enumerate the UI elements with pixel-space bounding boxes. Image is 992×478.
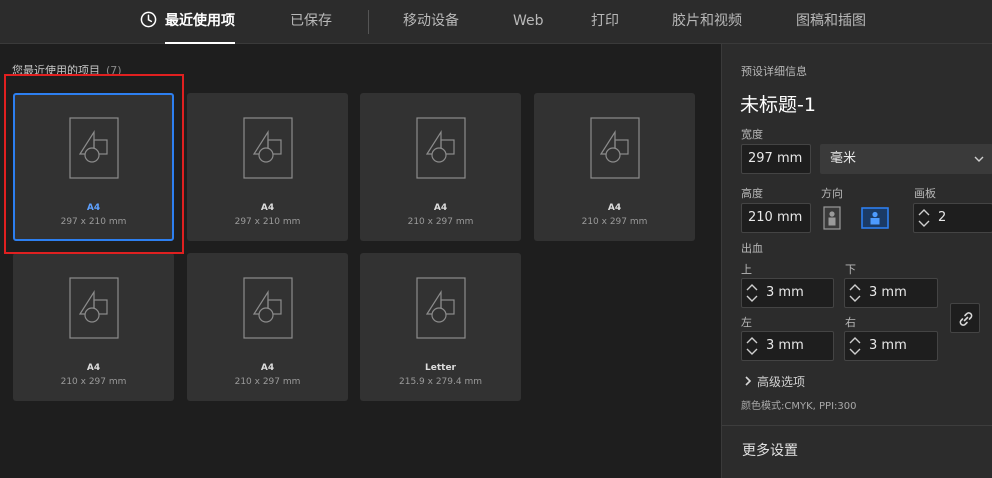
landscape-orientation-icon[interactable] (861, 206, 889, 230)
recent-items-heading: 您最近使用的项目 (7) (12, 62, 122, 78)
preset-name: A4 (607, 203, 622, 213)
preset-card[interactable]: A4 210 x 297 mm (534, 93, 695, 241)
height-label: 高度 (741, 187, 763, 200)
height-input[interactable]: 210 mm (741, 203, 811, 233)
stepper-arrows-icon[interactable] (848, 282, 862, 304)
bleed-top-label: 上 (741, 263, 752, 276)
preset-size: 297 x 210 mm (60, 217, 127, 227)
preset-size: 210 x 297 mm (581, 217, 648, 227)
tab-art-illustration-label: 图稿和插图 (796, 13, 866, 29)
preset-name: A4 (260, 363, 275, 373)
stepper-arrows-icon[interactable] (917, 207, 931, 229)
bleed-left-value: 3 mm (766, 338, 804, 353)
bleed-left-label: 左 (741, 316, 752, 329)
preset-size: 297 x 210 mm (234, 217, 301, 227)
orientation-label: 方向 (821, 187, 843, 200)
preset-name: Letter (425, 363, 456, 373)
preset-size: 210 x 297 mm (234, 377, 301, 387)
tab-film-video-label: 胶片和视频 (672, 13, 742, 29)
tab-web[interactable]: Web (513, 0, 544, 44)
preset-details-label: 预设详细信息 (741, 65, 807, 78)
preset-card[interactable]: A4 210 x 297 mm (360, 93, 521, 241)
preset-name: A4 (86, 203, 101, 213)
tab-saved-label: 已保存 (290, 13, 332, 29)
tab-recent[interactable]: 最近使用项 (140, 0, 235, 44)
preset-size: 215.9 x 279.4 mm (399, 377, 482, 387)
unit-select-value: 毫米 (830, 151, 857, 166)
clock-icon (140, 11, 157, 28)
document-shapes-icon (69, 277, 119, 339)
artboards-value: 2 (938, 210, 947, 225)
chevron-down-icon (974, 156, 984, 162)
document-title[interactable]: 未标题-1 (740, 90, 816, 117)
bleed-label: 出血 (741, 242, 763, 255)
document-shapes-icon (243, 277, 293, 339)
unit-select[interactable]: 毫米 (820, 144, 992, 174)
artboards-stepper[interactable]: 2 (913, 203, 992, 233)
preset-details-panel: 预设详细信息 未标题-1 宽度 297 mm 毫米 高度 210 mm 方向 画… (721, 44, 992, 478)
tab-mobile-label: 移动设备 (403, 13, 459, 29)
advanced-options-toggle[interactable]: 高级选项 (744, 373, 805, 390)
preset-name: A4 (86, 363, 101, 373)
preset-size: 210 x 297 mm (60, 377, 127, 387)
bleed-right-label: 右 (845, 316, 856, 329)
link-icon (959, 312, 973, 326)
document-shapes-icon (590, 117, 640, 179)
preset-card[interactable]: A4 297 x 210 mm (13, 93, 174, 241)
stepper-arrows-icon[interactable] (745, 282, 759, 304)
preset-card[interactable]: A4 297 x 210 mm (187, 93, 348, 241)
preset-size: 210 x 297 mm (407, 217, 474, 227)
preset-card[interactable]: Letter 215.9 x 279.4 mm (360, 253, 521, 401)
tab-saved[interactable]: 已保存 (290, 0, 332, 44)
bleed-bottom-value: 3 mm (869, 285, 907, 300)
tab-print-label: 打印 (591, 13, 619, 29)
chevron-right-icon (745, 376, 752, 386)
portrait-orientation-icon[interactable] (820, 206, 844, 230)
recent-items-panel: 您最近使用的项目 (7) A4 297 x 210 mm A4 297 x 210… (0, 44, 720, 478)
tab-print[interactable]: 打印 (591, 0, 619, 44)
document-shapes-icon (416, 117, 466, 179)
link-bleed-button[interactable] (950, 303, 980, 333)
bleed-top-value: 3 mm (766, 285, 804, 300)
width-input[interactable]: 297 mm (741, 144, 811, 174)
tab-art-illustration[interactable]: 图稿和插图 (796, 0, 866, 44)
recent-items-count: (7) (106, 64, 122, 77)
bleed-bottom-stepper[interactable]: 3 mm (844, 278, 938, 308)
document-shapes-icon (243, 117, 293, 179)
panel-divider (722, 425, 992, 426)
preset-card[interactable]: A4 210 x 297 mm (13, 253, 174, 401)
tab-mobile[interactable]: 移动设备 (403, 0, 459, 44)
preset-name: A4 (433, 203, 448, 213)
recent-items-title: 您最近使用的项目 (12, 64, 100, 77)
tab-recent-label: 最近使用项 (165, 13, 235, 29)
document-shapes-icon (416, 277, 466, 339)
bleed-right-stepper[interactable]: 3 mm (844, 331, 938, 361)
advanced-options-label: 高级选项 (757, 375, 806, 389)
bleed-bottom-label: 下 (845, 263, 856, 276)
document-shapes-icon (69, 117, 119, 179)
tab-film-video[interactable]: 胶片和视频 (672, 0, 742, 44)
bleed-right-value: 3 mm (869, 338, 907, 353)
width-label: 宽度 (741, 128, 763, 141)
tab-web-label: Web (513, 13, 544, 29)
color-mode-info: 颜色模式:CMYK, PPI:300 (741, 401, 857, 412)
stepper-arrows-icon[interactable] (848, 335, 862, 357)
tab-separator (368, 10, 369, 34)
bleed-top-stepper[interactable]: 3 mm (741, 278, 834, 308)
artboards-label: 画板 (914, 187, 936, 200)
bleed-left-stepper[interactable]: 3 mm (741, 331, 834, 361)
preset-card[interactable]: A4 210 x 297 mm (187, 253, 348, 401)
more-settings-button[interactable]: 更多设置 (742, 440, 798, 460)
preset-category-tabs: 最近使用项 已保存 移动设备 Web 打印 胶片和视频 图稿和插图 (0, 0, 992, 44)
preset-name: A4 (260, 203, 275, 213)
stepper-arrows-icon[interactable] (745, 335, 759, 357)
